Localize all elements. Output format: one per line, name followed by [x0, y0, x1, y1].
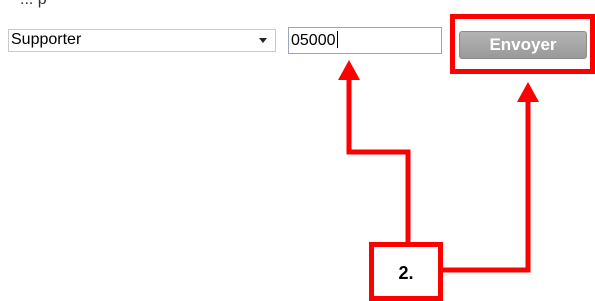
- annotation-arrows: [338, 60, 539, 273]
- arrow-head-button: [517, 82, 539, 102]
- arrow-to-button: [440, 96, 531, 273]
- step-number: 2.: [398, 263, 414, 283]
- arrow-to-input: [346, 74, 411, 273]
- step-callout: 2.: [369, 242, 443, 301]
- arrow-head-input: [338, 60, 360, 80]
